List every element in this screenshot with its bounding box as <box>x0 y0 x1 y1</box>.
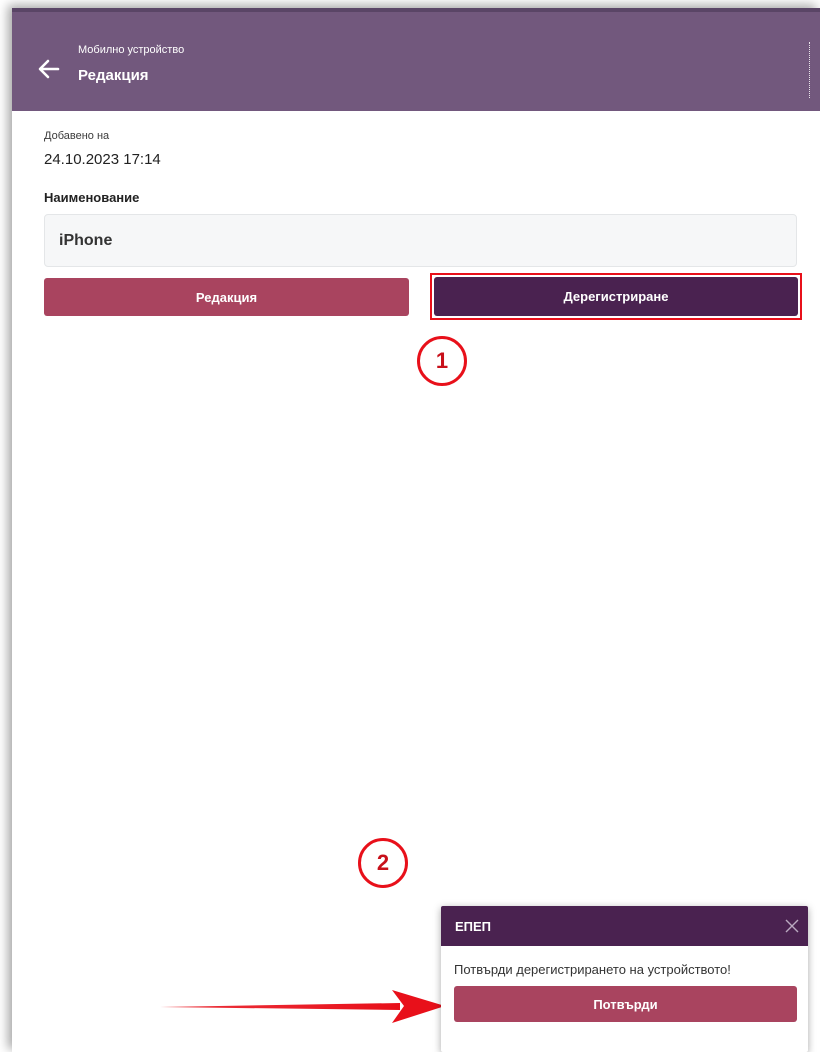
confirmation-toast: ЕПЕП Потвърди дерегистрирането на устрой… <box>441 906 808 1052</box>
toast-message: Потвърди дерегистрирането на устройствот… <box>454 962 731 977</box>
confirm-button[interactable]: Потвърди <box>454 986 797 1022</box>
arrow-left-icon <box>38 59 60 79</box>
page-title: Редакция <box>78 67 149 84</box>
close-icon <box>785 919 799 933</box>
back-button[interactable] <box>36 56 62 82</box>
toast-close-button[interactable] <box>784 918 800 934</box>
device-name-label: Наименование <box>44 190 140 205</box>
added-on-value: 24.10.2023 17:14 <box>44 151 161 168</box>
annotation-step-2: 2 <box>358 838 408 888</box>
device-name-field[interactable] <box>44 214 797 267</box>
deregister-button[interactable]: Дерегистриране <box>434 277 798 316</box>
edit-button[interactable]: Редакция <box>44 278 409 316</box>
annotation-step-1: 1 <box>417 336 467 386</box>
annotation-arrow <box>160 990 445 1023</box>
toast-header: ЕПЕП <box>441 906 808 946</box>
page-subtitle: Мобилно устройство <box>78 44 185 56</box>
app-bar: Мобилно устройство Редакция <box>12 8 820 111</box>
menu-divider[interactable] <box>807 42 810 98</box>
toast-title: ЕПЕП <box>455 919 492 934</box>
added-on-label: Добавено на <box>44 130 110 142</box>
app-window: Мобилно устройство Редакция Добавено на … <box>12 8 820 1052</box>
